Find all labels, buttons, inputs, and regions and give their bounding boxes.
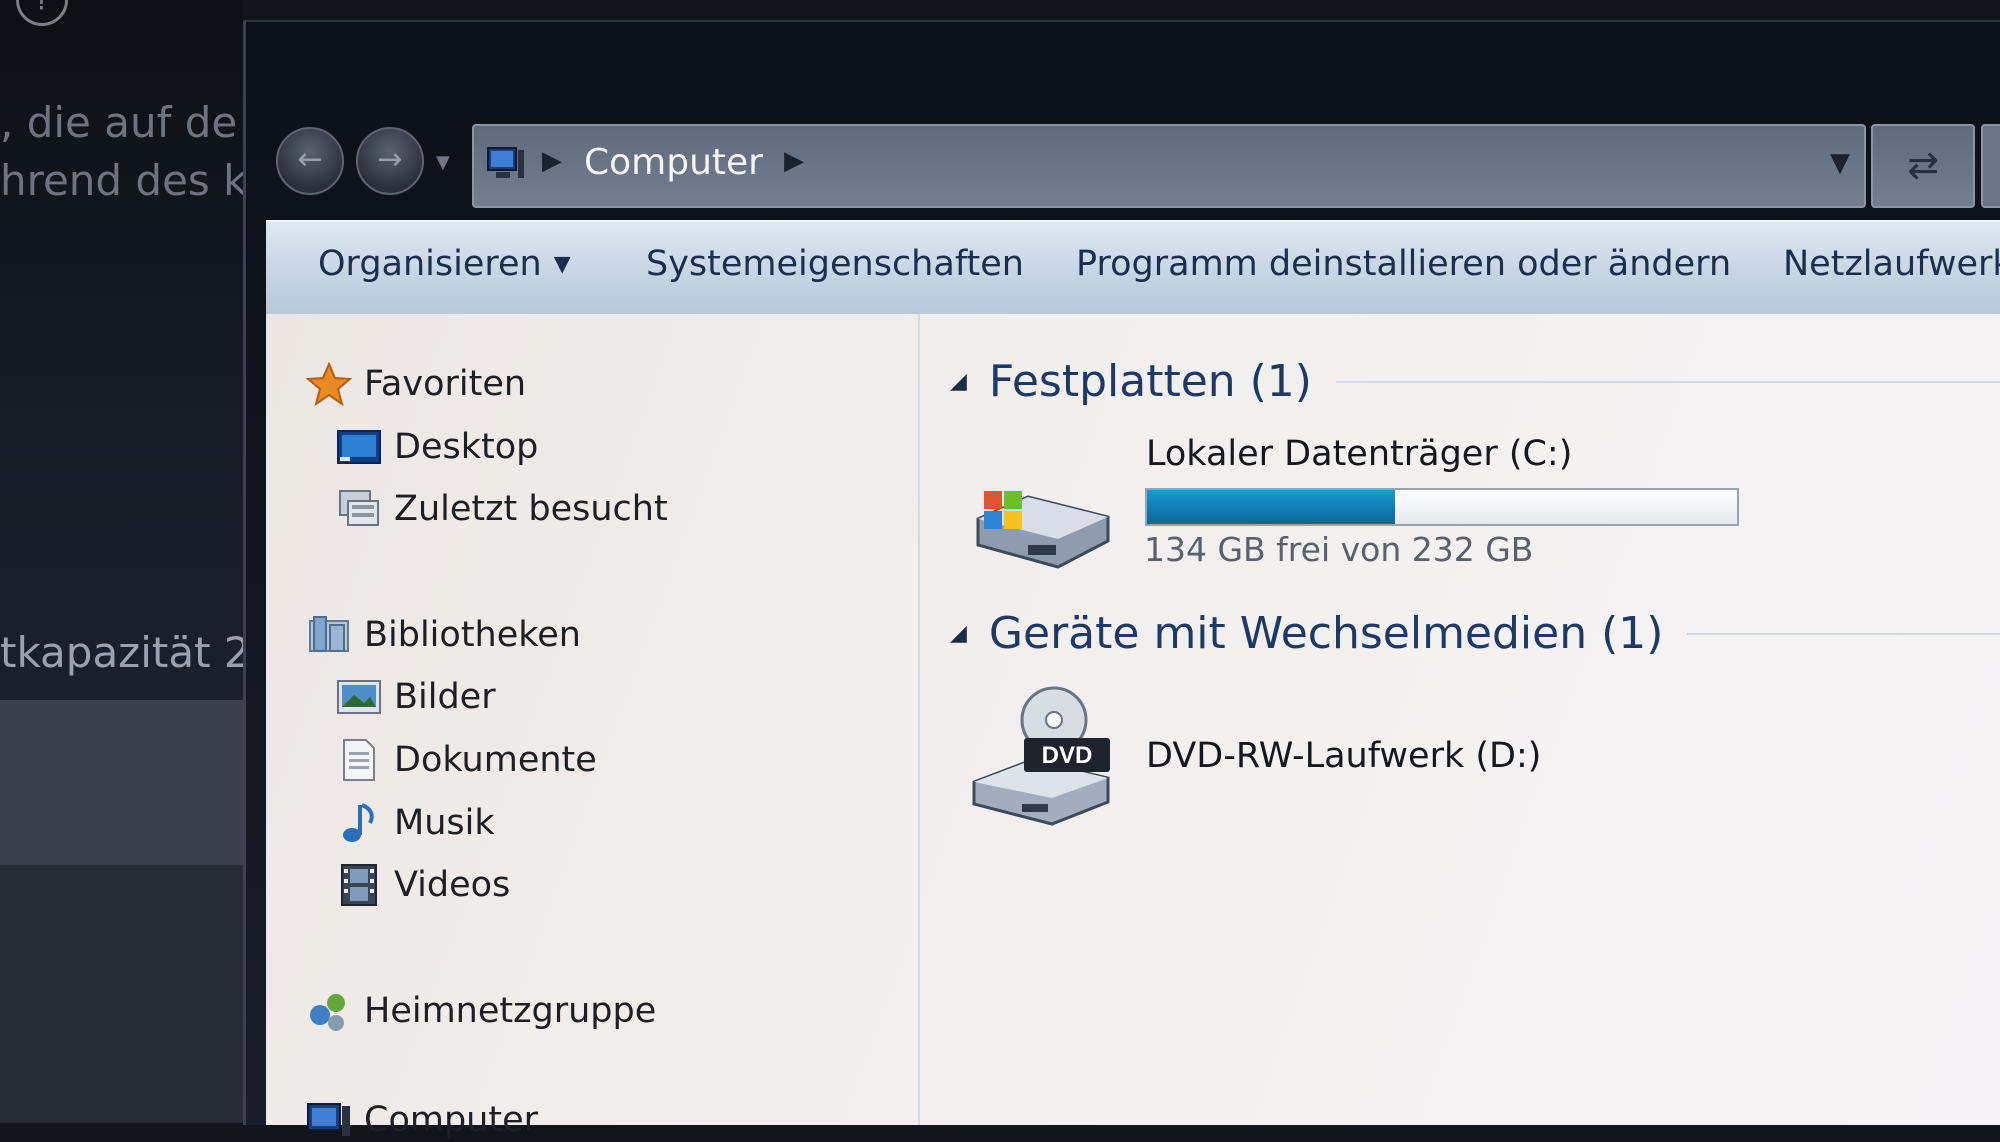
background-text: hrend des k: [0, 156, 248, 205]
sidebar-item-label: Musik: [394, 803, 495, 843]
forward-button[interactable]: →: [356, 127, 424, 195]
file-list-pane: ◢ Festplatten (1) Lokaler Datenträger (C…: [920, 314, 2000, 1125]
address-bar[interactable]: ▶ Computer ▶ ▼: [472, 124, 1866, 208]
sidebar-item-recent[interactable]: Zuletzt besucht: [336, 487, 668, 531]
group-divider: [1335, 380, 2000, 383]
sidebar-item-label: Bilder: [394, 677, 496, 717]
hard-drive-icon: [976, 491, 1110, 569]
desktop-icon: [337, 430, 381, 464]
libraries-icon: [309, 616, 349, 652]
system-properties-button[interactable]: Systemeigenschaften: [646, 244, 1024, 284]
search-box[interactable]: [1981, 124, 2000, 208]
sidebar-item-label: Heimnetzgruppe: [364, 991, 657, 1031]
computer-icon: [307, 1103, 350, 1136]
chevron-down-icon: ▼: [553, 252, 571, 277]
sidebar-item-label: Bibliotheken: [364, 615, 581, 655]
sidebar-item-desktop[interactable]: Desktop: [336, 425, 538, 469]
refresh-button[interactable]: ⇄: [1871, 124, 1975, 208]
sidebar-item-label: Zuletzt besucht: [394, 489, 668, 529]
background-text: , die auf de: [0, 98, 238, 147]
background-panel-bottom: [0, 865, 243, 1123]
back-button[interactable]: ←: [276, 127, 344, 195]
sidebar-item-favorites[interactable]: Favoriten: [306, 362, 526, 406]
group-title: Festplatten (1): [988, 356, 1312, 407]
drive-name: DVD-RW-Laufwerk (D:): [1146, 736, 1542, 776]
background-text: tkapazität 23: [0, 628, 278, 677]
collapse-triangle-icon[interactable]: ◢: [950, 621, 967, 646]
drive-free-space: 134 GB frei von 232 GB: [1144, 530, 1534, 569]
sidebar-item-pictures[interactable]: Bilder: [336, 675, 496, 719]
group-header-removable[interactable]: ◢ Geräte mit Wechselmedien (1): [950, 608, 2000, 659]
homegroup-icon: [310, 994, 345, 1031]
sidebar-item-computer[interactable]: Computer: [306, 1098, 538, 1142]
computer-icon: [487, 147, 524, 178]
group-divider: [1687, 632, 2000, 635]
breadcrumb-chevron-icon[interactable]: ▶: [542, 146, 562, 176]
command-bar: Organisieren ▼ Systemeigenschaften Progra…: [266, 220, 2000, 316]
videos-icon: [341, 864, 377, 906]
breadcrumb-computer[interactable]: Computer: [584, 142, 763, 183]
sidebar-item-label: Favoriten: [364, 364, 527, 404]
sidebar-item-label: Videos: [394, 865, 511, 905]
content-area: Favoriten Desktop Zuletzt besucht Biblio…: [266, 314, 2000, 1140]
navigation-pane: Favoriten Desktop Zuletzt besucht Biblio…: [266, 314, 920, 1140]
collapse-triangle-icon[interactable]: ◢: [950, 369, 967, 394]
sidebar-item-label: Computer: [364, 1100, 538, 1140]
organize-menu-button[interactable]: Organisieren ▼: [318, 244, 571, 284]
recent-pages-dropdown[interactable]: ▼: [436, 152, 450, 173]
breadcrumb-chevron-icon[interactable]: ▶: [784, 146, 804, 176]
map-network-drive-button[interactable]: Netzlaufwerk: [1783, 244, 2000, 284]
group-title: Geräte mit Wechselmedien (1): [988, 608, 1664, 659]
address-dropdown-icon[interactable]: ▼: [1830, 148, 1850, 178]
explorer-window: ← → ▼ ▶ Computer ▶ ▼ ⇄ Organisieren ▼ Sys…: [243, 20, 2000, 1140]
pictures-icon: [337, 680, 381, 714]
drive-usage-fill: [1147, 490, 1395, 524]
star-icon: [306, 362, 352, 406]
dvd-drive-icon: DVD: [972, 686, 1110, 826]
background-highlight-band: [0, 700, 243, 865]
sidebar-item-label: Dokumente: [394, 740, 597, 780]
sidebar-item-homegroup[interactable]: Heimnetzgruppe: [306, 989, 656, 1033]
sidebar-item-documents[interactable]: Dokumente: [336, 738, 597, 782]
drive-name: Lokaler Datenträger (C:): [1146, 434, 1573, 474]
sidebar-item-videos[interactable]: Videos: [336, 863, 510, 907]
dvd-badge-text: DVD: [1042, 742, 1093, 769]
music-icon: [343, 803, 374, 842]
group-header-hard-drives[interactable]: ◢ Festplatten (1): [950, 356, 2000, 407]
sidebar-item-label: Desktop: [394, 427, 539, 467]
uninstall-program-button[interactable]: Programm deinstallieren oder ändern: [1076, 244, 1731, 284]
documents-icon: [343, 739, 375, 781]
sidebar-item-music[interactable]: Musik: [336, 801, 495, 845]
recent-places-icon: [339, 490, 379, 526]
sidebar-item-libraries[interactable]: Bibliotheken: [306, 613, 581, 657]
drive-usage-bar: [1145, 488, 1739, 526]
organize-label: Organisieren: [318, 244, 542, 284]
